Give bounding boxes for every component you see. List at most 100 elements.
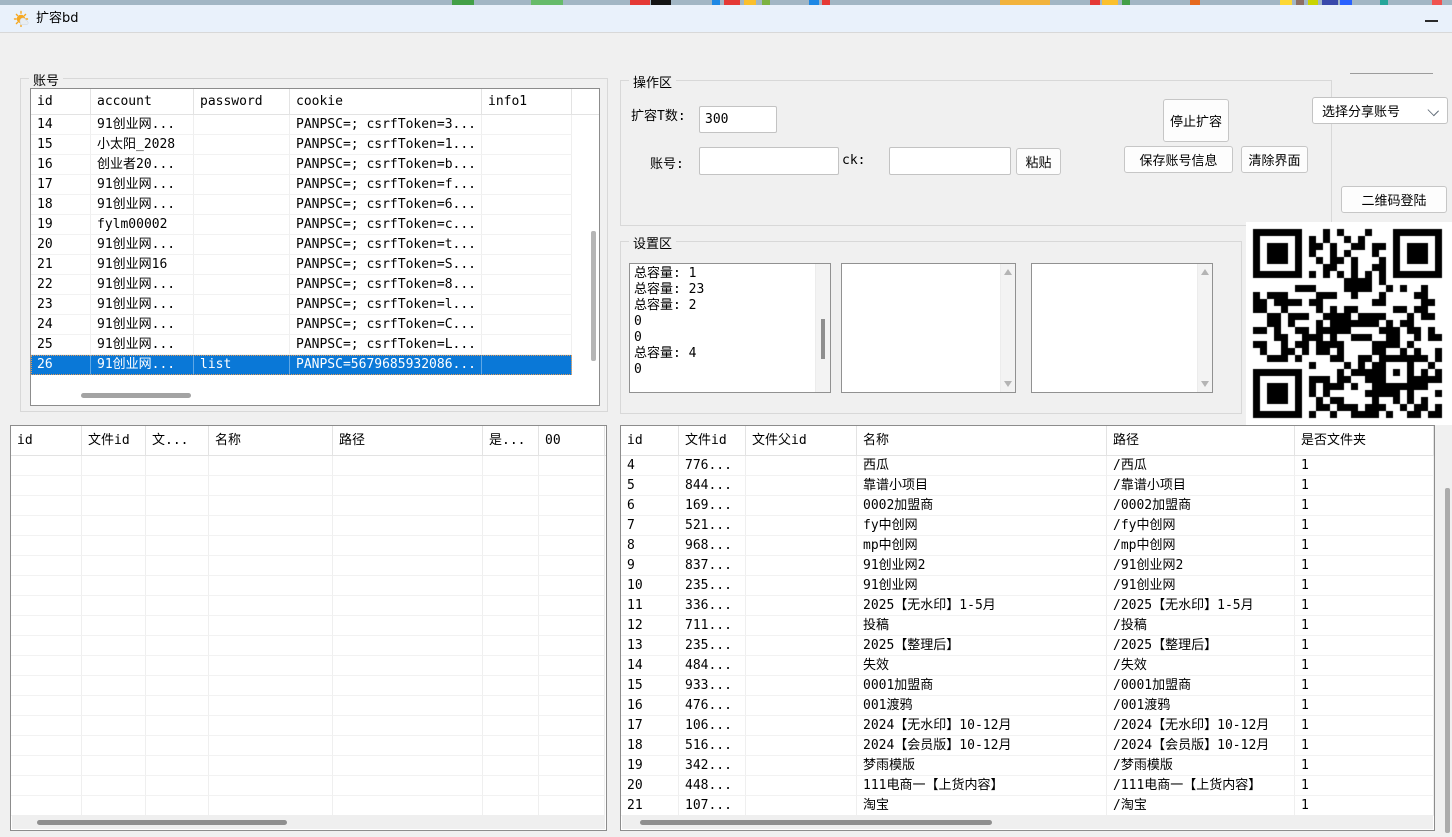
table-row[interactable]: 2491创业网...PANPSC=; csrfToken=C... (31, 315, 572, 335)
table-row[interactable] (11, 696, 605, 716)
column-header[interactable]: 路径 (333, 426, 483, 455)
table-row[interactable] (11, 596, 605, 616)
left-files-table[interactable]: id文件id文...名称路径是...00 (10, 425, 607, 831)
table-row[interactable]: 7521...fy中创网/fy中创网1 (621, 516, 1434, 536)
column-header[interactable]: 00 (539, 426, 605, 455)
list-item[interactable]: 总容量: 23 (631, 282, 815, 298)
column-header[interactable]: 文件id (679, 426, 746, 455)
clear-ui-button[interactable]: 清除界面 (1241, 146, 1308, 173)
table-row[interactable]: 8968...mp中创网/mp中创网1 (621, 536, 1434, 556)
table-row[interactable]: 2691创业网...listPANPSC=5679685932086... (31, 355, 572, 375)
right-files-table[interactable]: id文件id文件父id名称路径是否文件夹 4776...西瓜/西瓜15844..… (620, 425, 1435, 831)
table-row[interactable] (11, 516, 605, 536)
scroll-up-icon[interactable] (1201, 269, 1209, 275)
table-row[interactable]: 2191创业网16PANPSC=; csrfToken=S... (31, 255, 572, 275)
settings-listbox-2[interactable] (841, 263, 1016, 393)
table-row[interactable]: 19342...梦雨模版/梦雨模版1 (621, 756, 1434, 776)
table-row[interactable] (11, 756, 605, 776)
table-row[interactable] (11, 456, 605, 476)
list-item[interactable]: 0 (631, 314, 815, 330)
right-files-hscroll-track[interactable] (622, 815, 1433, 829)
paste-button[interactable]: 粘贴 (1016, 148, 1061, 175)
table-row[interactable]: 9837...91创业网2/91创业网21 (621, 556, 1434, 576)
table-row[interactable]: 21107...淘宝/淘宝1 (621, 796, 1434, 816)
right-files-horizontal-scrollbar[interactable] (640, 820, 992, 825)
table-row[interactable]: 2091创业网...PANPSC=; csrfToken=t... (31, 235, 572, 255)
table-row[interactable]: 14484...失效/失效1 (621, 656, 1434, 676)
table-row[interactable]: 5844...靠谱小项目/靠谱小项目1 (621, 476, 1434, 496)
column-header[interactable]: 名称 (857, 426, 1107, 455)
accounts-table[interactable]: idaccountpasswordcookieinfo1 1491创业网...P… (30, 88, 600, 406)
table-row[interactable]: 17106...2024【无水印】10-12月/2024【无水印】10-12月1 (621, 716, 1434, 736)
listbox3-scrollbar[interactable] (1197, 264, 1212, 392)
table-row[interactable] (11, 536, 605, 556)
table-row[interactable] (11, 476, 605, 496)
table-row[interactable] (11, 556, 605, 576)
table-row[interactable] (11, 636, 605, 656)
list-item[interactable]: 0 (631, 330, 815, 346)
table-row[interactable]: 16476...001渡鸦/001渡鸦1 (621, 696, 1434, 716)
table-row[interactable] (11, 716, 605, 736)
left-files-horizontal-scrollbar[interactable] (37, 820, 287, 825)
qr-login-button[interactable]: 二维码登陆 (1341, 186, 1447, 213)
table-row[interactable]: 1791创业网...PANPSC=; csrfToken=f... (31, 175, 572, 195)
list-item[interactable]: 总容量: 2 (631, 298, 815, 314)
table-row[interactable] (11, 776, 605, 796)
table-row[interactable]: 2391创业网...PANPSC=; csrfToken=l... (31, 295, 572, 315)
table-row[interactable]: 2291创业网...PANPSC=; csrfToken=8... (31, 275, 572, 295)
table-row[interactable]: 13235...2025【整理后】/2025【整理后】1 (621, 636, 1434, 656)
table-row[interactable]: 2591创业网...PANPSC=; csrfToken=L... (31, 335, 572, 355)
table-row[interactable] (11, 656, 605, 676)
capacity-listbox[interactable]: 总容量: 1总容量: 23总容量: 200总容量: 40 (629, 263, 831, 393)
save-account-button[interactable]: 保存账号信息 (1124, 146, 1233, 173)
table-row[interactable]: 1891创业网...PANPSC=; csrfToken=6... (31, 195, 572, 215)
window-vertical-scrollbar[interactable] (1445, 488, 1450, 833)
column-header[interactable]: id (31, 89, 91, 114)
accounts-horizontal-scrollbar[interactable] (81, 393, 191, 398)
table-row[interactable]: 6169...0002加盟商/0002加盟商1 (621, 496, 1434, 516)
column-header[interactable]: info1 (482, 89, 572, 114)
table-row[interactable]: 15933...0001加盟商/0001加盟商1 (621, 676, 1434, 696)
column-header[interactable]: 文件id (82, 426, 146, 455)
table-row[interactable]: 4776...西瓜/西瓜1 (621, 456, 1434, 476)
table-row[interactable] (11, 796, 605, 816)
accounts-vertical-scrollbar[interactable] (591, 231, 596, 361)
table-row[interactable]: 15小太阳_2028PANPSC=; csrfToken=1... (31, 135, 572, 155)
table-row[interactable]: 11336...2025【无水印】1-5月/2025【无水印】1-5月1 (621, 596, 1434, 616)
table-row[interactable]: 16创业者20...PANPSC=; csrfToken=b... (31, 155, 572, 175)
table-row[interactable]: 20448...111电商一【上货内容】/111电商一【上货内容】1 (621, 776, 1434, 796)
column-header[interactable]: id (621, 426, 679, 455)
list-item[interactable]: 总容量: 1 (631, 266, 815, 282)
ck-input[interactable] (889, 147, 1011, 175)
capacity-list-scrollbar[interactable] (815, 264, 830, 392)
list-item[interactable]: 0 (631, 362, 815, 378)
settings-listbox-3[interactable] (1031, 263, 1213, 393)
account-input[interactable] (699, 147, 839, 175)
scroll-up-icon[interactable] (1004, 269, 1012, 275)
table-row[interactable] (11, 676, 605, 696)
column-header[interactable]: 文... (146, 426, 209, 455)
column-header[interactable]: 是否文件夹 (1295, 426, 1434, 455)
table-row[interactable] (11, 736, 605, 756)
expand-t-input[interactable] (699, 106, 777, 133)
share-account-select[interactable]: 选择分享账号 (1312, 97, 1448, 124)
listbox2-scrollbar[interactable] (1000, 264, 1015, 392)
column-header[interactable]: account (91, 89, 194, 114)
table-row[interactable]: 1491创业网...PANPSC=; csrfToken=3... (31, 115, 572, 135)
table-row[interactable]: 10235...91创业网/91创业网1 (621, 576, 1434, 596)
list-item[interactable]: 总容量: 4 (631, 346, 815, 362)
table-row[interactable]: 12711...投稿/投稿1 (621, 616, 1434, 636)
window-vertical-scroll-track[interactable] (1443, 425, 1452, 837)
table-row[interactable] (11, 616, 605, 636)
scroll-thumb[interactable] (821, 319, 825, 359)
column-header[interactable]: id (11, 426, 82, 455)
table-row[interactable] (11, 496, 605, 516)
table-row[interactable]: 18516...2024【会员版】10-12月/2024【会员版】10-12月1 (621, 736, 1434, 756)
column-header[interactable]: 路径 (1107, 426, 1295, 455)
table-row[interactable] (11, 576, 605, 596)
column-header[interactable]: 名称 (209, 426, 333, 455)
minimize-button[interactable] (1410, 5, 1444, 32)
scroll-down-icon[interactable] (1004, 381, 1012, 387)
left-files-hscroll-track[interactable] (12, 815, 605, 829)
stop-expand-button[interactable]: 停止扩容 (1163, 99, 1229, 142)
